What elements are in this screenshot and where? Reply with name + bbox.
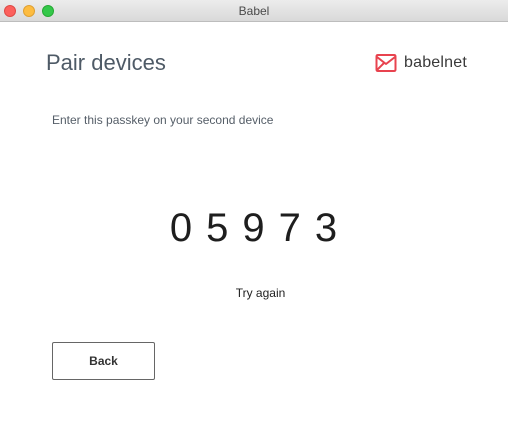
brand-name: babelnet [404, 54, 467, 71]
instruction-text: Enter this passkey on your second device [52, 113, 274, 127]
brand-logo: babelnet [374, 52, 467, 74]
title-bar[interactable]: Babel [0, 0, 508, 22]
app-window: Babel Pair devices babelnet Enter this p… [0, 0, 508, 423]
back-button[interactable]: Back [52, 342, 155, 380]
page-title: Pair devices [46, 50, 166, 75]
try-again-link[interactable]: Try again [0, 286, 508, 300]
envelope-icon [375, 54, 397, 72]
passkey-code: 05973 [169, 206, 352, 250]
window-title: Babel [238, 4, 270, 18]
